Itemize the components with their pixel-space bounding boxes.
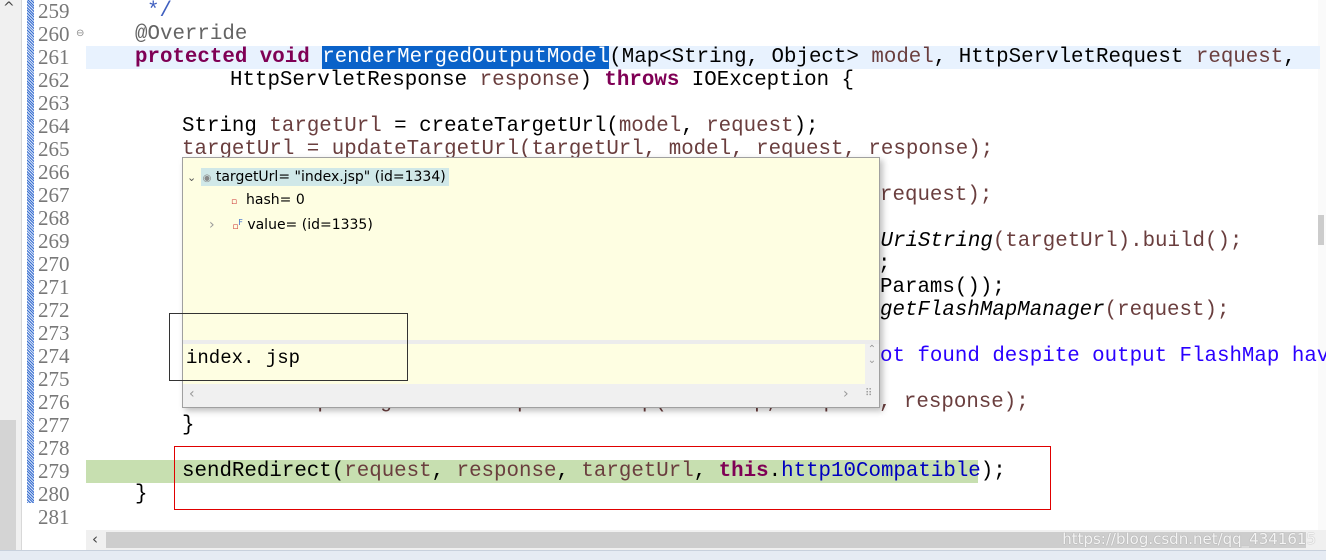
- code-line-274[interactable]: ot found despite output FlashMap hav: [880, 345, 1326, 368]
- root-value: targetUrl= "index.jsp" (id=1334): [215, 169, 446, 185]
- line-number[interactable]: 279: [38, 460, 78, 483]
- code-text: (Map<String, Object>: [609, 46, 872, 69]
- field-value: value= (id=1335): [247, 217, 373, 233]
- selected-method-name[interactable]: renderMergedOutputModel: [322, 46, 610, 69]
- annotation-box-red: [174, 446, 1051, 510]
- line-number[interactable]: 276: [38, 391, 78, 414]
- code-line-262[interactable]: HttpServletResponse response) throws IOE…: [230, 69, 854, 92]
- line-number[interactable]: 263: [38, 92, 78, 115]
- line-number[interactable]: 274: [38, 345, 78, 368]
- comment-end: */: [147, 0, 172, 23]
- resize-grip-icon[interactable]: ⠿: [865, 388, 872, 399]
- keyword: throws: [604, 69, 680, 92]
- method-call: getFlashMapManager: [880, 299, 1105, 322]
- fold-icon[interactable]: ⊖: [76, 28, 84, 39]
- param: model: [618, 115, 682, 138]
- code-text: IOException {: [679, 69, 855, 92]
- field-value: hash= 0: [246, 192, 305, 208]
- line-number[interactable]: 266: [38, 161, 78, 184]
- code-text: HttpServletResponse: [230, 69, 480, 92]
- status-strip: [0, 550, 1326, 560]
- scroll-left-icon[interactable]: ‹: [189, 386, 195, 402]
- watermark: https://blog.csdn.net/qq_4341615: [1062, 530, 1316, 548]
- line-number[interactable]: 267: [38, 184, 78, 207]
- line-number[interactable]: 270: [38, 253, 78, 276]
- tree-row-hash[interactable]: ▫ hash= 0: [231, 189, 305, 211]
- code-line-271[interactable]: Params());: [880, 276, 1005, 299]
- param: request: [1195, 46, 1284, 69]
- vertical-scrollbar[interactable]: [1318, 0, 1326, 530]
- line-number[interactable]: 272: [38, 299, 78, 322]
- code-text: , HttpServletRequest: [933, 46, 1196, 69]
- final-field-icon: ▫F: [232, 218, 243, 232]
- code-line-269[interactable]: mUriString(targetUrl).build();: [868, 230, 1242, 253]
- variable: targetUrl: [269, 115, 382, 138]
- keyword: protected void: [135, 46, 310, 69]
- code-text: ,: [1283, 46, 1296, 69]
- code-line-267[interactable]: request);: [880, 184, 992, 207]
- code-text: (targetUrl).build();: [992, 230, 1243, 253]
- param: model: [871, 46, 934, 69]
- line-number[interactable]: 259: [38, 0, 78, 23]
- line-number[interactable]: 268: [38, 207, 78, 230]
- scroll-up-icon[interactable]: ⌃: [865, 344, 879, 355]
- line-number[interactable]: 269: [38, 230, 78, 253]
- scroll-down-icon[interactable]: ⌄: [865, 355, 879, 366]
- line-number[interactable]: 275: [38, 368, 78, 391]
- tree-root-row[interactable]: ⌄ ◉ targetUrl= "index.jsp" (id=1334): [187, 166, 467, 188]
- code-line-272[interactable]: getFlashMapManager(request);: [880, 299, 1229, 322]
- code-line-259[interactable]: */: [147, 0, 172, 23]
- tree-row-value[interactable]: › ▫F value= (id=1335): [209, 212, 373, 234]
- code-text: = createTargetUrl(: [381, 115, 619, 138]
- scroll-left-icon[interactable]: ‹: [92, 530, 98, 548]
- code-text: (request);: [1104, 299, 1230, 322]
- chevron-right-icon[interactable]: ›: [209, 217, 215, 233]
- overview-ruler: [27, 0, 34, 503]
- object-icon: ◉: [202, 173, 212, 184]
- code-line-280[interactable]: }: [135, 483, 147, 506]
- line-number[interactable]: 264: [38, 115, 78, 138]
- scroll-right-icon[interactable]: ›: [843, 386, 849, 402]
- line-number[interactable]: 261: [38, 46, 78, 69]
- code-text: ): [579, 69, 605, 92]
- line-number[interactable]: 273: [38, 322, 78, 345]
- field-icon: ▫: [231, 197, 238, 207]
- code-line-260[interactable]: @Override: [135, 23, 247, 46]
- line-number[interactable]: 271: [38, 276, 78, 299]
- code-text: );: [793, 115, 819, 138]
- popup-horizontal-scrollbar[interactable]: ‹ › ⠿: [183, 384, 879, 407]
- code-line-277[interactable]: }: [182, 414, 194, 437]
- code-text: ,: [681, 115, 707, 138]
- line-number[interactable]: 262: [38, 69, 78, 92]
- code-line-264[interactable]: String targetUrl = createTargetUrl(model…: [182, 115, 819, 138]
- detail-scrollbar[interactable]: ⌃ ⌄: [865, 344, 879, 384]
- line-number[interactable]: 280: [38, 483, 78, 506]
- line-number[interactable]: 278: [38, 437, 78, 460]
- collapse-up-icon[interactable]: ^: [3, 0, 15, 16]
- annotation-box: [169, 313, 408, 381]
- param: response: [479, 69, 580, 92]
- line-number[interactable]: 277: [38, 414, 78, 437]
- chevron-down-icon[interactable]: ⌄: [187, 171, 196, 184]
- static-method: mUriString: [868, 230, 993, 253]
- line-number[interactable]: 265: [38, 138, 78, 161]
- code-text: String: [182, 115, 270, 138]
- param: request: [706, 115, 794, 138]
- line-number[interactable]: 260: [38, 23, 78, 46]
- line-number[interactable]: 281: [38, 506, 78, 529]
- left-panel: ^: [0, 0, 22, 560]
- annotation: @Override: [135, 23, 248, 46]
- code-line-261[interactable]: protected void renderMergedOutputModel(M…: [135, 46, 1296, 69]
